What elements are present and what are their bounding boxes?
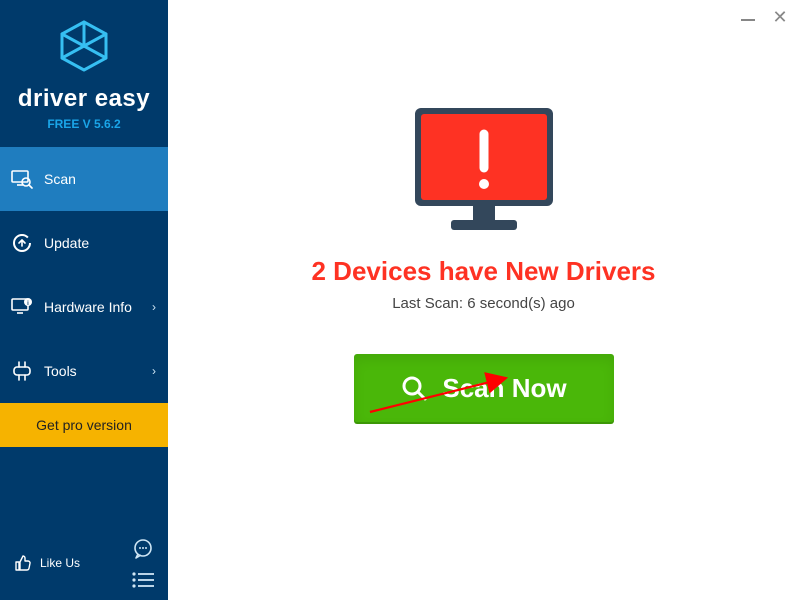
- alert-monitor-icon: [409, 106, 559, 238]
- sidebar-item-label: Update: [44, 235, 89, 251]
- close-button[interactable]: ✕: [771, 8, 789, 26]
- footer-right: [132, 538, 154, 588]
- sidebar-item-label: Tools: [44, 363, 77, 379]
- sidebar-item-label: Hardware Info: [44, 299, 132, 315]
- scan-now-button[interactable]: Scan Now: [354, 354, 614, 422]
- scan-icon: [10, 169, 34, 189]
- spacer: [0, 447, 168, 538]
- scan-now-label: Scan Now: [442, 373, 566, 404]
- tools-icon: [10, 361, 34, 381]
- headline-text: 2 Devices have New Drivers: [312, 256, 656, 287]
- sidebar-item-update[interactable]: Update: [0, 211, 168, 275]
- sidebar-footer: Like Us: [0, 538, 168, 600]
- window-controls: ✕: [739, 8, 789, 26]
- sidebar-item-tools[interactable]: Tools ›: [0, 339, 168, 403]
- brand-block: driver easy FREE V 5.6.2: [0, 0, 168, 137]
- sidebar-nav: Scan Update i Hardware Info › Tools: [0, 147, 168, 403]
- update-icon: [10, 233, 34, 253]
- app-window: driver easy FREE V 5.6.2 Scan Update i: [0, 0, 799, 600]
- main-content: 2 Devices have New Drivers Last Scan: 6 …: [168, 0, 799, 422]
- minimize-icon: [741, 19, 755, 21]
- like-us-button[interactable]: Like Us: [14, 554, 80, 572]
- sidebar: driver easy FREE V 5.6.2 Scan Update i: [0, 0, 168, 600]
- brand-name: driver easy: [0, 85, 168, 113]
- thumbs-up-icon: [14, 554, 32, 572]
- main-panel: ✕ 2 Devices have New Drivers Last Scan: …: [168, 0, 799, 600]
- last-scan-text: Last Scan: 6 second(s) ago: [392, 295, 575, 312]
- sidebar-item-label: Scan: [44, 171, 76, 187]
- chevron-right-icon: ›: [152, 364, 156, 378]
- brand-logo-icon: [56, 18, 112, 74]
- search-icon: [400, 374, 428, 402]
- get-pro-label: Get pro version: [36, 417, 132, 433]
- sidebar-item-hardware-info[interactable]: i Hardware Info ›: [0, 275, 168, 339]
- minimize-button[interactable]: [739, 8, 757, 26]
- like-us-label: Like Us: [40, 556, 80, 570]
- get-pro-button[interactable]: Get pro version: [0, 403, 168, 447]
- chevron-right-icon: ›: [152, 300, 156, 314]
- hardware-info-icon: i: [10, 297, 34, 317]
- menu-icon[interactable]: [132, 572, 154, 588]
- brand-version: FREE V 5.6.2: [0, 117, 168, 131]
- feedback-icon[interactable]: [132, 538, 154, 560]
- sidebar-item-scan[interactable]: Scan: [0, 147, 168, 211]
